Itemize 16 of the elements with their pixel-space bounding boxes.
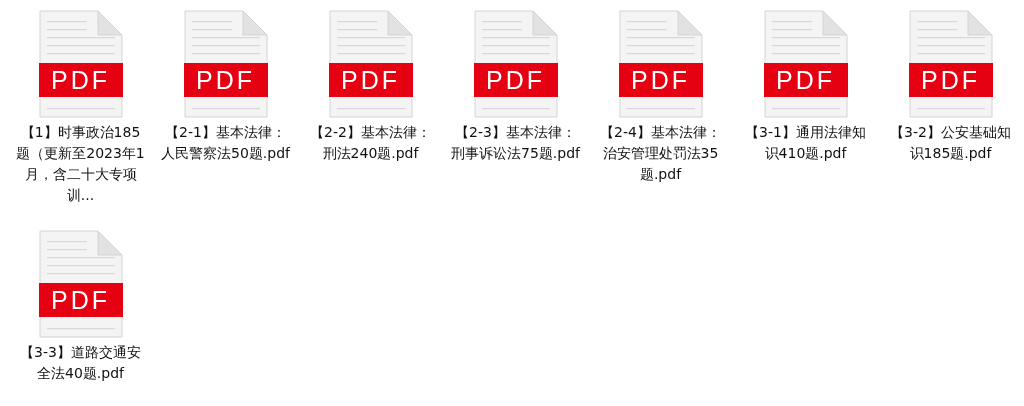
file-name[interactable]: 【1】时事政治185题（更新至2023年1月，含二十大专项训... [14,122,147,206]
pdf-label: PDF [328,63,413,97]
pdf-label: PDF [183,63,268,97]
pdf-label: PDF [618,63,703,97]
file-name[interactable]: 【2-1】基本法律：人民警察法50题.pdf [159,122,292,164]
pdf-label: PDF [38,63,123,97]
file-name[interactable]: 【2-3】基本法律：刑事诉讼法75题.pdf [449,122,582,164]
file-name[interactable]: 【3-2】公安基础知识185题.pdf [884,122,1017,164]
pdf-label: PDF [38,283,123,317]
file-name[interactable]: 【2-2】基本法律：刑法240题.pdf [304,122,437,164]
pdf-label: PDF [908,63,993,97]
file-name[interactable]: 【3-3】道路交通安全法40题.pdf [14,342,147,384]
file-name[interactable]: 【2-4】基本法律：治安管理处罚法35题.pdf [594,122,727,185]
pdf-label: PDF [763,63,848,97]
file-name[interactable]: 【3-1】通用法律知识410题.pdf [739,122,872,164]
pdf-label: PDF [473,63,558,97]
